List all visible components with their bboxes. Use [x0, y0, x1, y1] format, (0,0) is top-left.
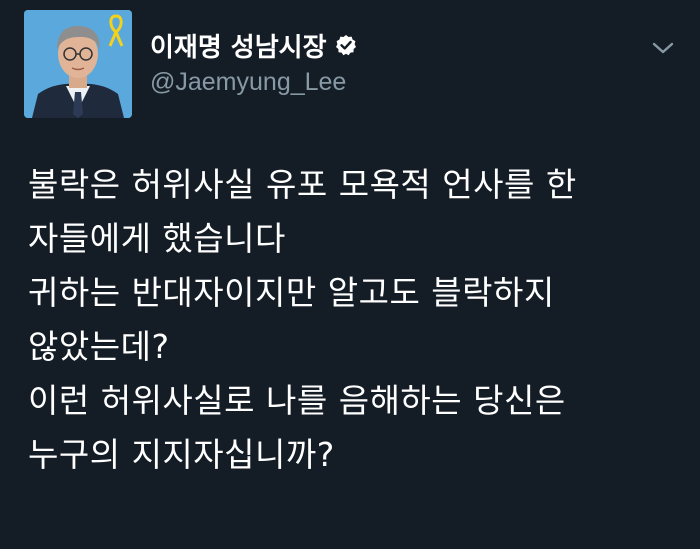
display-name[interactable]: 이재명 성남시장	[150, 27, 327, 64]
handle[interactable]: @Jaemyung_Lee	[150, 68, 357, 97]
author-info: 이재명 성남시장 @Jaemyung_Lee	[150, 28, 357, 97]
tweet-text-line: 자들에게 했습니다	[28, 219, 286, 258]
name-row: 이재명 성남시장	[150, 27, 357, 64]
tweet-text-line: 누구의 지지자십니까?	[28, 435, 335, 474]
tweet-header: 이재명 성남시장 @Jaemyung_Lee	[24, 10, 676, 122]
tweet-text-line: 귀하는 반대자이지만 알고도 블락하지	[28, 273, 555, 312]
avatar-portrait-icon	[24, 10, 132, 118]
tweet-text-line: 않았는데?	[28, 327, 170, 366]
verified-badge-icon	[335, 34, 357, 56]
tweet-text: 불락은 허위사실 유포 모욕적 언사를 한 자들에게 했습니다 귀하는 반대자이…	[28, 158, 678, 482]
tweet-text-line: 이런 허위사실로 나를 음해하는 당신은	[28, 381, 566, 420]
tweet-card: 이재명 성남시장 @Jaemyung_Lee 불락은 허위사실 유포 모욕적 언…	[0, 0, 700, 549]
avatar[interactable]	[24, 10, 132, 118]
tweet-text-line: 불락은 허위사실 유포 모욕적 언사를 한	[28, 165, 577, 204]
chevron-down-icon[interactable]	[650, 38, 676, 58]
